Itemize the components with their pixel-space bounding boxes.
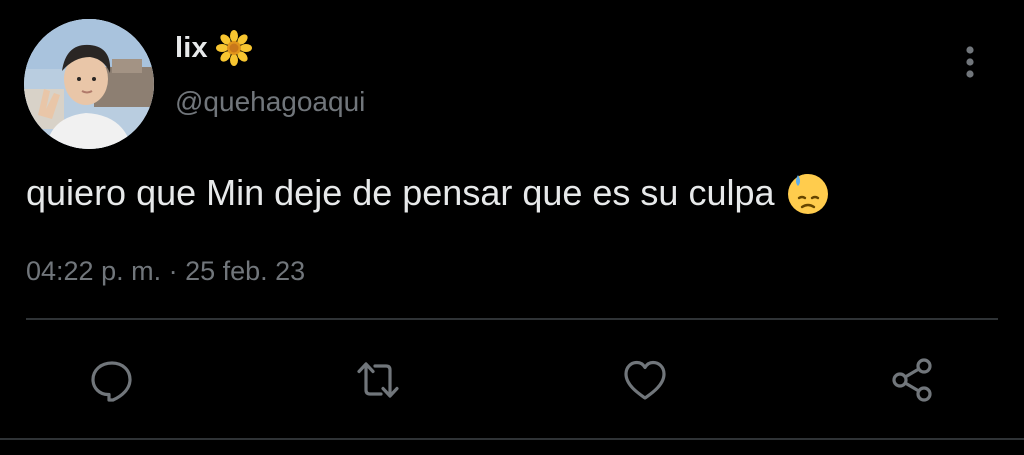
- sunflower-icon: [215, 30, 252, 66]
- tweet-timestamp[interactable]: 04:22 p. m. · 25 feb. 23: [26, 256, 305, 287]
- avatar-image: [24, 19, 154, 149]
- sad-sweat-face-icon: [785, 170, 831, 216]
- author-handle[interactable]: @quehagoaqui: [175, 86, 365, 118]
- retweet-button[interactable]: [352, 354, 404, 406]
- display-name-text: lix: [175, 31, 208, 64]
- like-button[interactable]: [619, 354, 671, 406]
- avatar[interactable]: [24, 19, 154, 149]
- more-options-icon[interactable]: [958, 42, 982, 82]
- tweet-detail: lix @quehagoaqui quiero que Min deje de …: [0, 0, 1024, 455]
- author-display-name[interactable]: lix: [175, 30, 252, 66]
- share-icon: [892, 358, 932, 402]
- reply-icon: [91, 361, 132, 402]
- tweet-text: quiero que Min deje de pensar que es su …: [26, 172, 775, 213]
- retweet-icon: [357, 362, 399, 398]
- share-button[interactable]: [886, 354, 938, 406]
- heart-icon: [624, 360, 666, 400]
- tweet-body: quiero que Min deje de pensar que es su …: [26, 170, 831, 216]
- divider-bottom: [0, 438, 1024, 440]
- divider: [26, 318, 998, 320]
- reply-button[interactable]: [86, 354, 138, 406]
